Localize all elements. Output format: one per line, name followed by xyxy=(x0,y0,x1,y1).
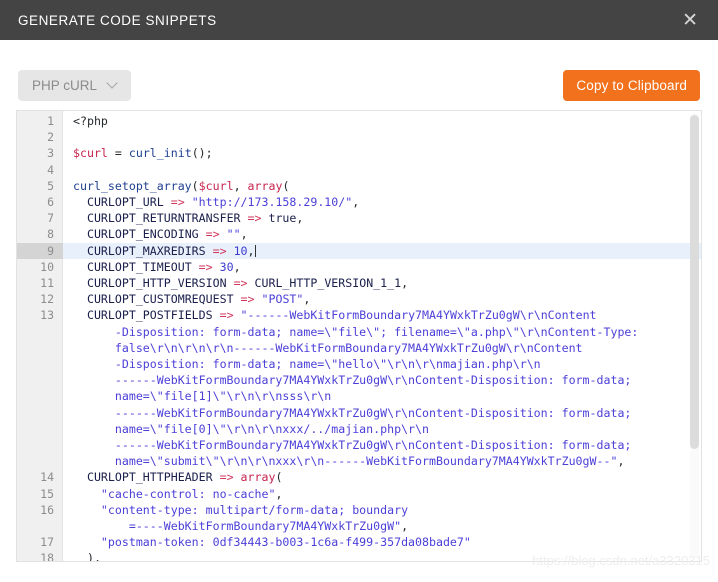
line-content[interactable] xyxy=(63,129,701,145)
line-content[interactable]: $curl = curl_init(); xyxy=(63,145,701,161)
line-content[interactable]: CURLOPT_ENCODING => "", xyxy=(63,226,701,242)
line-content[interactable]: CURLOPT_TIMEOUT => 30, xyxy=(63,259,701,275)
line-number: 17 xyxy=(40,535,54,550)
line-number: 12 xyxy=(40,292,54,307)
code-line[interactable]: 5 curl_setopt_array($curl, array( xyxy=(17,178,701,194)
code-scroll-area[interactable]: 1 <?php 2 3 $curl = curl_init(); 4 5 cur… xyxy=(17,111,701,561)
copy-to-clipboard-button[interactable]: Copy to Clipboard xyxy=(563,70,700,101)
code-line[interactable]: 17 "postman-token: 0df34443-b003-1c6a-f4… xyxy=(17,534,701,550)
line-number: 1 xyxy=(47,114,54,128)
scrollbar-thumb[interactable] xyxy=(690,115,699,449)
code-line-active[interactable]: 9 CURLOPT_MAXREDIRS => 10, xyxy=(17,242,701,259)
language-select[interactable]: PHP cURL xyxy=(18,70,132,101)
code-line[interactable]: 18 ), xyxy=(17,550,701,561)
text-cursor xyxy=(254,244,256,257)
line-number: 6 xyxy=(47,195,54,210)
code-line[interactable]: 15 "cache-control: no-cache", xyxy=(17,486,701,502)
line-content[interactable]: ), xyxy=(63,550,701,561)
line-content[interactable]: CURLOPT_MAXREDIRS => 10, xyxy=(63,242,701,259)
line-content[interactable]: CURLOPT_URL => "http://173.158.29.10/", xyxy=(63,194,701,210)
line-number: 11 xyxy=(40,276,54,291)
line-number: 8 xyxy=(47,227,54,242)
code-lines: 1 <?php 2 3 $curl = curl_init(); 4 5 cur… xyxy=(17,111,701,561)
line-number: 9 xyxy=(17,242,63,259)
line-number: 2 xyxy=(47,130,54,145)
line-content[interactable]: "content-type: multipart/form-data; boun… xyxy=(63,502,701,534)
chevron-down-icon xyxy=(108,79,118,89)
close-icon[interactable]: ✕ xyxy=(678,9,702,32)
language-select-label: PHP cURL xyxy=(32,78,98,93)
line-content[interactable]: CURLOPT_HTTP_VERSION => CURL_HTTP_VERSIO… xyxy=(63,275,701,291)
line-content[interactable]: CURLOPT_CUSTOMREQUEST => "POST", xyxy=(63,291,701,307)
line-content[interactable]: CURLOPT_POSTFIELDS => "------WebKitFormB… xyxy=(63,307,701,469)
code-line[interactable]: 11 CURLOPT_HTTP_VERSION => CURL_HTTP_VER… xyxy=(17,275,701,291)
line-number: 14 xyxy=(40,470,54,485)
line-number: 5 xyxy=(47,178,54,193)
code-editor-panel[interactable]: 1 <?php 2 3 $curl = curl_init(); 4 5 cur… xyxy=(16,110,702,562)
line-number: 4 xyxy=(47,162,54,177)
code-line[interactable]: 3 $curl = curl_init(); xyxy=(17,145,701,161)
modal-title-bar: GENERATE CODE SNIPPETS ✕ xyxy=(0,0,718,40)
code-line[interactable]: 10 CURLOPT_TIMEOUT => 30, xyxy=(17,259,701,275)
line-number: 10 xyxy=(40,259,54,274)
code-line[interactable]: 8 CURLOPT_ENCODING => "", xyxy=(17,226,701,242)
line-number: 18 xyxy=(40,551,54,561)
line-number: 16 xyxy=(40,502,54,517)
line-content[interactable] xyxy=(63,162,701,178)
code-line[interactable]: 16 "content-type: multipart/form-data; b… xyxy=(17,502,701,534)
line-content[interactable]: <?php xyxy=(63,113,701,129)
line-number: 7 xyxy=(47,211,54,226)
line-content[interactable]: CURLOPT_RETURNTRANSFER => true, xyxy=(63,210,701,226)
code-line[interactable]: 12 CURLOPT_CUSTOMREQUEST => "POST", xyxy=(17,291,701,307)
line-number: 13 xyxy=(40,308,54,323)
code-line[interactable]: 7 CURLOPT_RETURNTRANSFER => true, xyxy=(17,210,701,226)
line-content[interactable]: CURLOPT_HTTPHEADER => array( xyxy=(63,469,701,485)
code-line[interactable]: 6 CURLOPT_URL => "http://173.158.29.10/"… xyxy=(17,194,701,210)
line-content[interactable]: curl_setopt_array($curl, array( xyxy=(63,178,701,194)
code-line[interactable]: 14 CURLOPT_HTTPHEADER => array( xyxy=(17,469,701,485)
code-line[interactable]: 4 xyxy=(17,162,701,178)
code-line[interactable]: 2 xyxy=(17,129,701,145)
line-number: 15 xyxy=(40,486,54,501)
line-number: 3 xyxy=(47,146,54,161)
code-line[interactable]: 1 <?php xyxy=(17,113,701,129)
vertical-scrollbar[interactable] xyxy=(690,113,699,559)
page-title: GENERATE CODE SNIPPETS xyxy=(18,12,217,28)
line-content[interactable]: "postman-token: 0df34443-b003-1c6a-f499-… xyxy=(63,534,701,550)
line-content[interactable]: "cache-control: no-cache", xyxy=(63,486,701,502)
code-line[interactable]: 13 CURLOPT_POSTFIELDS => "------WebKitFo… xyxy=(17,307,701,469)
